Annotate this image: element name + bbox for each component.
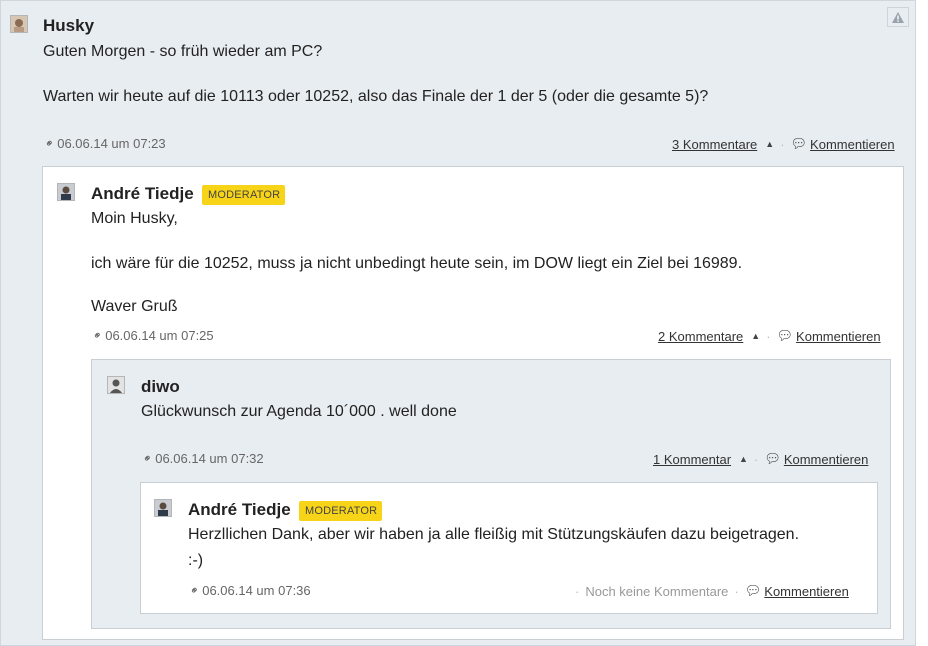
comment-actions: · Noch keine Kommentare · 💬︎ Kommentiere…: [575, 583, 849, 599]
avatar[interactable]: [57, 183, 75, 201]
comment-text-line: Waver Gruß: [91, 298, 178, 315]
comment-date: 06.06.14 um 07:25: [105, 328, 214, 343]
comment-actions: 2 Kommentare ▲ · 💬︎ Kommentieren: [658, 328, 881, 344]
avatar[interactable]: [107, 376, 125, 394]
replies-toggle-link[interactable]: 3 Kommentare: [672, 137, 757, 152]
comment-permalink[interactable]: ⚭ 06.06.14 um 07:25: [90, 328, 214, 344]
report-button[interactable]: [887, 7, 909, 27]
link-icon: ⚭: [140, 451, 156, 467]
comment-permalink[interactable]: ⚭ 06.06.14 um 07:23: [42, 136, 166, 152]
separator: ·: [766, 328, 771, 344]
moderator-badge: MODERATOR: [202, 185, 286, 205]
reply-link[interactable]: Kommentieren: [810, 137, 895, 152]
caret-up-icon[interactable]: ▲: [751, 331, 760, 341]
speech-bubble-icon: 💬︎: [764, 451, 781, 466]
separator: ·: [575, 583, 580, 599]
comment-text-line: :-): [188, 552, 204, 569]
comment-permalink[interactable]: ⚭ 06.06.14 um 07:36: [187, 583, 311, 599]
speech-bubble-icon: 💬︎: [790, 136, 808, 151]
avatar[interactable]: [10, 15, 28, 33]
comment-text-line: Guten Morgen - so früh wieder am PC?: [43, 43, 323, 60]
no-replies-label: Noch keine Kommentare: [585, 583, 729, 599]
link-icon: ⚭: [42, 136, 58, 152]
separator: ·: [780, 136, 785, 152]
speech-bubble-icon: 💬︎: [744, 583, 762, 598]
author-name[interactable]: André Tiedje: [91, 184, 194, 204]
comment-actions: 1 Kommentar ▲ · 💬︎ Kommentieren: [653, 451, 868, 467]
comment-date: 06.06.14 um 07:23: [57, 136, 166, 151]
separator: ·: [753, 451, 759, 467]
comment-text-line: Glückwunsch zur Agenda 10´000 . well don…: [141, 403, 457, 420]
avatar[interactable]: [154, 499, 172, 517]
caret-up-icon[interactable]: ▲: [765, 139, 774, 149]
comment-text-line: Warten wir heute auf die 10113 oder 1025…: [43, 88, 709, 105]
author-name[interactable]: diwo: [141, 377, 180, 397]
reply-link[interactable]: Kommentieren: [764, 584, 849, 599]
reply-link[interactable]: Kommentieren: [784, 452, 869, 467]
replies-toggle-link[interactable]: 1 Kommentar: [653, 452, 731, 467]
comment-permalink[interactable]: ⚭ 06.06.14 um 07:32: [140, 451, 264, 467]
separator: ·: [734, 583, 739, 599]
comment-thread: Husky Guten Morgen - so früh wieder am P…: [0, 0, 916, 646]
comment-actions: 3 Kommentare ▲ · 💬︎ Kommentieren: [672, 136, 895, 152]
comment-date: 06.06.14 um 07:36: [202, 583, 311, 598]
warning-icon: [892, 11, 904, 23]
comment-text-line: Herzllichen Dank, aber wir haben ja alle…: [188, 526, 800, 543]
reply-link[interactable]: Kommentieren: [796, 329, 881, 344]
comment-text-line: ich wäre für die 10252, muss ja nicht un…: [91, 255, 743, 272]
author-name[interactable]: André Tiedje: [188, 500, 291, 520]
comment-text-line: Moin Husky,: [91, 210, 178, 227]
moderator-badge: MODERATOR: [299, 501, 383, 521]
link-icon: ⚭: [187, 583, 203, 599]
author-name[interactable]: Husky: [43, 16, 94, 36]
link-icon: ⚭: [90, 328, 106, 344]
speech-bubble-icon: 💬︎: [776, 328, 794, 343]
replies-toggle-link[interactable]: 2 Kommentare: [658, 329, 743, 344]
caret-up-icon[interactable]: ▲: [739, 454, 748, 464]
comment-date: 06.06.14 um 07:32: [155, 451, 264, 466]
